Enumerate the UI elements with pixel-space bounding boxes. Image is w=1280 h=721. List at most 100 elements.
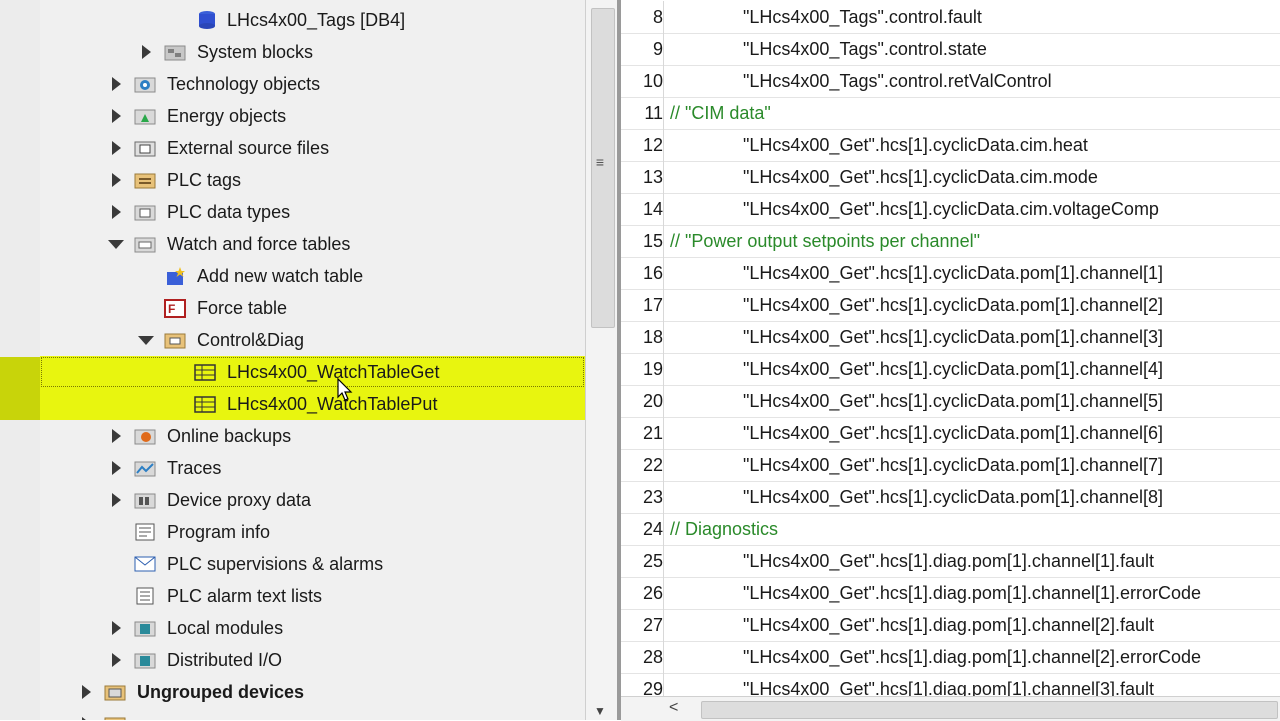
expand-arrow-icon[interactable] [112, 173, 121, 187]
tree-item-energy-objects[interactable]: Energy objects [40, 100, 585, 132]
tree-item-watch-table-put[interactable]: LHcs4x00_WatchTablePut [40, 388, 585, 420]
table-row[interactable]: 14 "LHcs4x00_Get".hcs[1].cyclicData.cim.v… [621, 193, 1280, 226]
tree-item-force-table[interactable]: F Force table [40, 292, 585, 324]
tree-item-tags-db[interactable]: LHcs4x00_Tags [DB4] [40, 4, 585, 36]
tree-item-ungrouped-devices[interactable]: Ungrouped devices [40, 676, 585, 708]
table-row[interactable]: 12 "LHcs4x00_Get".hcs[1].cyclicData.cim.h… [621, 129, 1280, 162]
tree-item-plc-data-types[interactable]: PLC data types [40, 196, 585, 228]
collapse-arrow-icon[interactable] [138, 336, 154, 345]
row-number: 27 [621, 609, 664, 641]
table-row[interactable]: 11// "CIM data" [621, 97, 1280, 130]
expand-arrow-icon[interactable] [82, 685, 91, 699]
table-row[interactable]: 20 "LHcs4x00_Get".hcs[1].cyclicData.pom[1… [621, 385, 1280, 418]
expand-arrow-icon[interactable] [112, 429, 121, 443]
table-row[interactable]: 21 "LHcs4x00_Get".hcs[1].cyclicData.pom[1… [621, 417, 1280, 450]
name-cell[interactable]: "LHcs4x00_Tags".control.fault [743, 1, 982, 33]
scrollbar-thumb[interactable] [701, 701, 1278, 719]
tree-item-watch-force-tables[interactable]: Watch and force tables [40, 228, 585, 260]
name-cell[interactable]: "LHcs4x00_Get".hcs[1].cyclicData.pom[1].… [743, 257, 1163, 289]
tree-scrollbar[interactable]: ≡ ▼ [585, 0, 618, 720]
collapse-arrow-icon[interactable] [108, 240, 124, 249]
name-cell[interactable]: "LHcs4x00_Get".hcs[1].diag.pom[1].channe… [743, 545, 1154, 577]
comment-cell[interactable]: // "Power output setpoints per channel" [670, 225, 980, 257]
supervisions-icon [134, 554, 156, 574]
expand-arrow-icon[interactable] [112, 653, 121, 667]
row-number: 14 [621, 193, 664, 225]
tree-item-online-backups[interactable]: Online backups [40, 420, 585, 452]
table-row[interactable]: 10 "LHcs4x00_Tags".control.retValControl [621, 65, 1280, 98]
name-cell[interactable]: "LHcs4x00_Get".hcs[1].cyclicData.cim.mod… [743, 161, 1098, 193]
tree-item-technology-objects[interactable]: Technology objects [40, 68, 585, 100]
expand-arrow-icon[interactable] [112, 461, 121, 475]
comment-cell[interactable]: // Diagnostics [670, 513, 778, 545]
svg-text:F: F [168, 302, 175, 316]
comment-cell[interactable]: // "CIM data" [670, 97, 771, 129]
watch-table: 8 "LHcs4x00_Tags".control.fault 9 "LHcs4x00… [621, 0, 1280, 720]
tree-item-plc-alarm-text-lists[interactable]: PLC alarm text lists [40, 580, 585, 612]
expand-arrow-icon[interactable] [112, 205, 121, 219]
scroll-down-icon[interactable]: ▼ [594, 704, 606, 718]
expand-arrow-icon[interactable] [142, 45, 151, 59]
name-cell[interactable]: "LHcs4x00_Tags".control.state [743, 33, 987, 65]
table-row[interactable]: 9 "LHcs4x00_Tags".control.state [621, 33, 1280, 66]
tree-item-label: Device proxy data [167, 490, 312, 510]
expand-arrow-icon[interactable] [112, 141, 121, 155]
tree-item-label: Distributed I/O [167, 650, 283, 670]
table-row[interactable]: 16 "LHcs4x00_Get".hcs[1].cyclicData.pom[1… [621, 257, 1280, 290]
tree-item-watch-table-get[interactable]: LHcs4x00_WatchTableGet [40, 356, 585, 388]
table-row[interactable]: 28 "LHcs4x00_Get".hcs[1].diag.pom[1].chan… [621, 641, 1280, 674]
row-number: 22 [621, 449, 664, 481]
tree-item-label: PLC alarm text lists [167, 586, 323, 606]
name-cell[interactable]: "LHcs4x00_Get".hcs[1].cyclicData.pom[1].… [743, 385, 1163, 417]
name-cell[interactable]: "LHcs4x00_Get".hcs[1].cyclicData.cim.hea… [743, 129, 1088, 161]
table-row[interactable]: 8 "LHcs4x00_Tags".control.fault [621, 1, 1280, 34]
row-number: 8 [621, 1, 664, 33]
name-cell[interactable]: "LHcs4x00_Get".hcs[1].cyclicData.cim.vol… [743, 193, 1159, 225]
table-row[interactable]: 26 "LHcs4x00_Get".hcs[1].diag.pom[1].chan… [621, 577, 1280, 610]
name-cell[interactable]: "LHcs4x00_Get".hcs[1].cyclicData.pom[1].… [743, 417, 1163, 449]
table-row[interactable]: 19 "LHcs4x00_Get".hcs[1].cyclicData.pom[1… [621, 353, 1280, 386]
name-cell[interactable]: "LHcs4x00_Get".hcs[1].diag.pom[1].channe… [743, 609, 1154, 641]
expand-arrow-icon[interactable] [112, 77, 121, 91]
tree-item-distributed-io[interactable]: Distributed I/O [40, 644, 585, 676]
table-row[interactable]: 13 "LHcs4x00_Get".hcs[1].cyclicData.cim.m… [621, 161, 1280, 194]
name-cell[interactable]: "LHcs4x00_Get".hcs[1].cyclicData.pom[1].… [743, 321, 1163, 353]
expand-arrow-icon[interactable] [112, 109, 121, 123]
table-row[interactable]: 22 "LHcs4x00_Get".hcs[1].cyclicData.pom[1… [621, 449, 1280, 482]
tree-item-plc-tags[interactable]: PLC tags [40, 164, 585, 196]
row-number: 20 [621, 385, 664, 417]
name-cell[interactable]: "LHcs4x00_Get".hcs[1].diag.pom[1].channe… [743, 641, 1201, 673]
table-row[interactable]: 18 "LHcs4x00_Get".hcs[1].cyclicData.pom[1… [621, 321, 1280, 354]
tree-item-traces[interactable]: Traces [40, 452, 585, 484]
name-cell[interactable]: "LHcs4x00_Get".hcs[1].diag.pom[1].channe… [743, 577, 1201, 609]
row-number: 18 [621, 321, 664, 353]
row-number: 12 [621, 129, 664, 161]
table-row[interactable]: 27 "LHcs4x00_Get".hcs[1].diag.pom[1].chan… [621, 609, 1280, 642]
table-row[interactable]: 15// "Power output setpoints per channel… [621, 225, 1280, 258]
expand-arrow-icon[interactable] [112, 493, 121, 507]
name-cell[interactable]: "LHcs4x00_Get".hcs[1].cyclicData.pom[1].… [743, 481, 1163, 513]
table-row[interactable]: 17 "LHcs4x00_Get".hcs[1].cyclicData.pom[1… [621, 289, 1280, 322]
watch-force-folder-icon [134, 234, 156, 254]
tree-item-program-info[interactable]: Program info [40, 516, 585, 548]
tree-item-external-source-files[interactable]: External source files [40, 132, 585, 164]
expand-arrow-icon[interactable] [112, 621, 121, 635]
table-row[interactable]: 25 "LHcs4x00_Get".hcs[1].diag.pom[1].chan… [621, 545, 1280, 578]
tree-item-plc-supervisions-alarms[interactable]: PLC supervisions & alarms [40, 548, 585, 580]
name-cell[interactable]: "LHcs4x00_Get".hcs[1].cyclicData.pom[1].… [743, 289, 1163, 321]
tree-item-local-modules[interactable]: Local modules [40, 612, 585, 644]
tree-item-device-proxy-data[interactable]: Device proxy data [40, 484, 585, 516]
scroll-left-icon[interactable]: < [669, 699, 678, 717]
table-row[interactable]: 24// Diagnostics [621, 513, 1280, 546]
table-row[interactable]: 23 "LHcs4x00_Get".hcs[1].cyclicData.pom[1… [621, 481, 1280, 514]
name-cell[interactable]: "LHcs4x00_Get".hcs[1].cyclicData.pom[1].… [743, 353, 1163, 385]
table-horizontal-scrollbar[interactable]: < [621, 696, 1280, 721]
tree-item-system-blocks[interactable]: System blocks [40, 36, 585, 68]
row-number: 13 [621, 161, 664, 193]
name-cell[interactable]: "LHcs4x00_Tags".control.retValControl [743, 65, 1052, 97]
name-cell[interactable]: "LHcs4x00_Get".hcs[1].cyclicData.pom[1].… [743, 449, 1163, 481]
tree-item-add-new-watch-table[interactable]: Add new watch table [40, 260, 585, 292]
technology-objects-icon [134, 74, 156, 94]
force-table-icon: F [164, 298, 186, 318]
tree-item-control-diag[interactable]: Control&Diag [40, 324, 585, 356]
